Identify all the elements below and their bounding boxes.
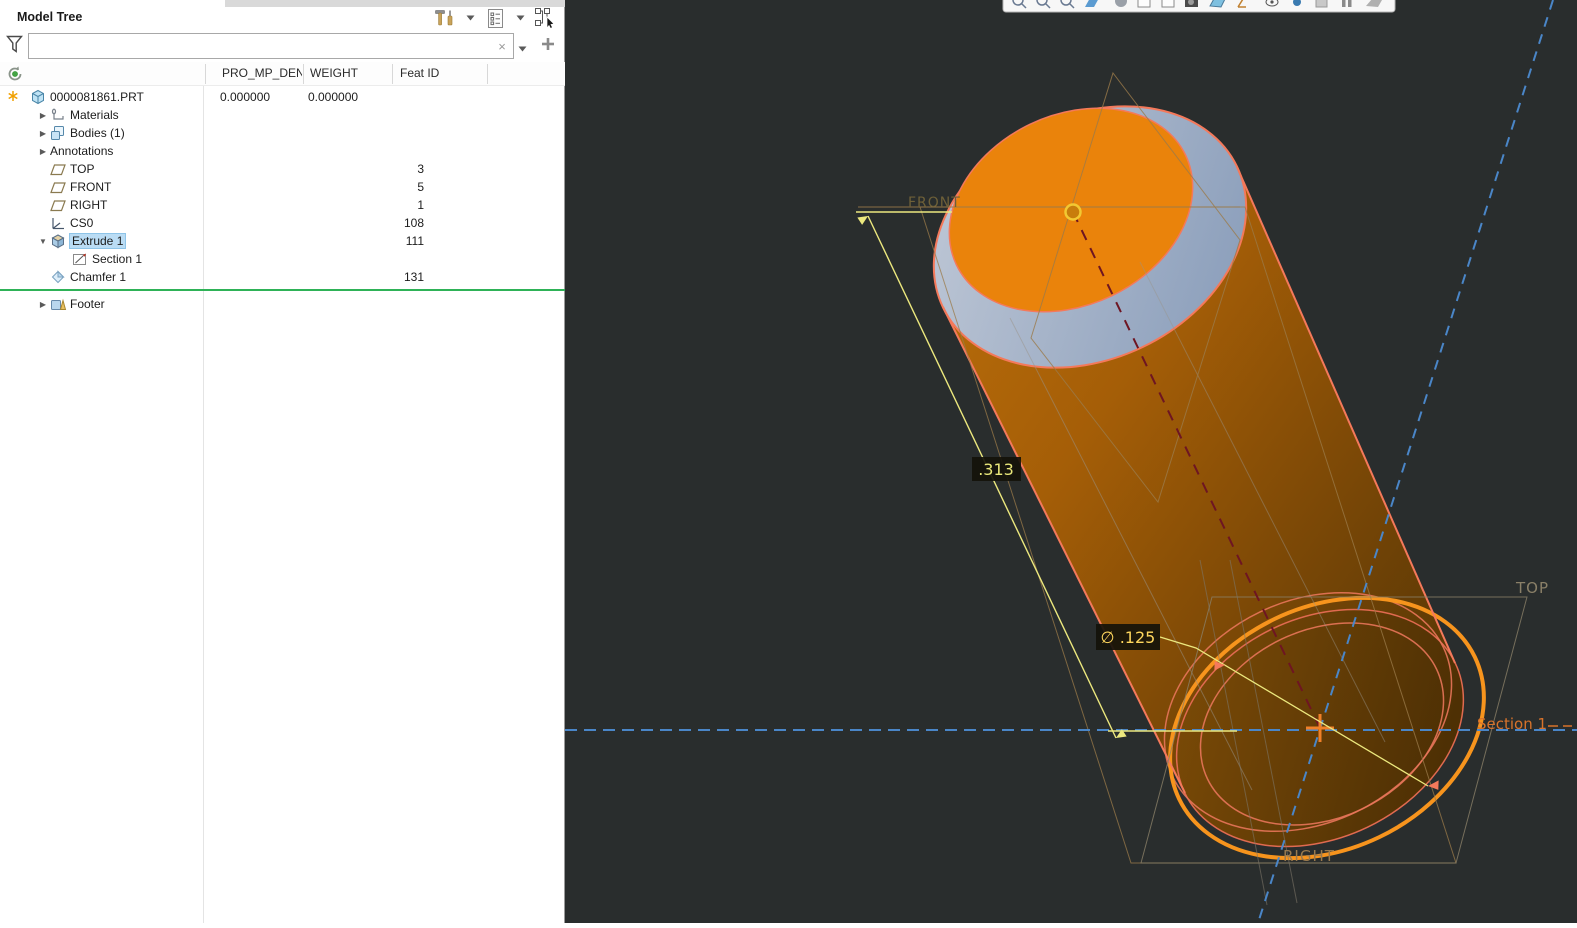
pro-mp-dens-value: 0.000000 xyxy=(220,90,271,104)
collapse-arrow-icon[interactable]: ▼ xyxy=(36,237,50,246)
expand-arrow-icon[interactable]: ▶ xyxy=(36,300,50,309)
tree-row-label[interactable]: Materials xyxy=(70,108,119,122)
search-dropdown-caret-icon[interactable] xyxy=(518,39,527,57)
header-separator xyxy=(303,64,304,84)
feat-id-value: 1 xyxy=(417,198,424,212)
tree-row-label[interactable]: RIGHT xyxy=(70,198,107,212)
datum-plane-icon xyxy=(50,198,67,213)
regenerate-asterisk-icon xyxy=(7,90,19,105)
footer-icon xyxy=(50,297,67,312)
add-filter-icon[interactable] xyxy=(540,36,556,57)
search-box: × xyxy=(28,33,514,59)
feat-id-value: 3 xyxy=(417,162,424,176)
feat-id-value: 131 xyxy=(403,270,424,284)
extrude-icon xyxy=(50,234,67,249)
right-datum-label[interactable]: RIGHT xyxy=(1283,847,1335,865)
tree-row-label[interactable]: Footer xyxy=(70,297,105,311)
length-dimension-value[interactable]: .313 xyxy=(978,460,1014,479)
tree-row-label[interactable]: FRONT xyxy=(70,180,111,194)
header-separator xyxy=(392,64,393,84)
graphics-canvas[interactable]: .313 ∅ .125 FRONT TOP RIGHT Section 1 xyxy=(565,0,1577,924)
tree-row-label[interactable]: Annotations xyxy=(50,144,113,158)
tree-row-bodies[interactable]: ▶ Bodies (1) xyxy=(0,124,565,142)
filter-funnel-icon[interactable] xyxy=(6,35,23,59)
tools-dropdown-caret-icon[interactable] xyxy=(464,7,476,29)
tree-row-footer[interactable]: ▶ Footer xyxy=(0,295,565,313)
diameter-dimension-value[interactable]: ∅ .125 xyxy=(1101,628,1156,647)
datum-plane-icon xyxy=(50,162,67,177)
model-tree-panel: Model Tree × PRO_MP_DEN WEIGHT Feat ID 0… xyxy=(0,0,565,923)
tree-row-part[interactable]: 0000081861.PRT 0.000000 0.000000 xyxy=(0,88,565,106)
bodies-icon xyxy=(50,126,67,141)
model-tree-toolbar xyxy=(432,7,558,29)
column-header-weight[interactable]: WEIGHT xyxy=(310,66,358,80)
section-label[interactable]: Section 1 xyxy=(1477,715,1547,733)
materials-icon xyxy=(50,107,67,123)
tree-row-annotations[interactable]: ▶ Annotations xyxy=(0,142,565,160)
expand-arrow-icon[interactable]: ▶ xyxy=(36,147,50,156)
feat-id-value: 5 xyxy=(417,180,424,194)
chamfer-icon xyxy=(50,270,67,285)
tree-row-section[interactable]: Section 1 xyxy=(0,250,565,268)
feat-id-value: 111 xyxy=(405,234,424,248)
insert-indicator-line[interactable] xyxy=(0,289,565,291)
tree-row-label[interactable]: Bodies (1) xyxy=(70,126,125,140)
tree-columns-icon[interactable] xyxy=(532,7,558,29)
model-tree-search-input[interactable] xyxy=(29,35,491,57)
panel-title: Model Tree xyxy=(17,10,83,24)
tree-row-label-selected[interactable]: Extrude 1 xyxy=(68,233,127,249)
tools-icon[interactable] xyxy=(432,7,458,29)
tree-row-extrude[interactable]: ▼ Extrude 1 111 xyxy=(0,232,565,250)
expand-arrow-icon[interactable]: ▶ xyxy=(36,129,50,138)
feat-id-value: 108 xyxy=(403,216,424,230)
sketch-icon xyxy=(72,252,89,267)
graphics-viewport[interactable]: .313 ∅ .125 FRONT TOP RIGHT Section 1 xyxy=(565,0,1577,924)
header-separator xyxy=(487,64,488,84)
top-datum-label[interactable]: TOP xyxy=(1515,579,1549,597)
filter-row: × xyxy=(0,32,565,60)
axis-endpoint-marker[interactable] xyxy=(1064,203,1082,221)
part-icon xyxy=(30,89,47,105)
tree-row-label[interactable]: Section 1 xyxy=(92,252,142,266)
tree-row-label[interactable]: TOP xyxy=(70,162,94,176)
window-top-strip xyxy=(225,0,565,7)
weight-value: 0.000000 xyxy=(308,90,359,104)
tree-row-label[interactable]: CS0 xyxy=(70,216,93,230)
filters-dropdown-caret-icon[interactable] xyxy=(514,7,526,29)
tree-row-materials[interactable]: ▶ Materials xyxy=(0,106,565,124)
column-header-feat-id[interactable]: Feat ID xyxy=(400,66,439,80)
tree-row-chamfer[interactable]: Chamfer 1 131 xyxy=(0,268,565,286)
tree-row-top-plane[interactable]: TOP 3 xyxy=(0,160,565,178)
datum-plane-icon xyxy=(50,180,67,195)
front-datum-label[interactable]: FRONT xyxy=(908,195,961,211)
model-tree: 0000081861.PRT 0.000000 0.000000 ▶ Mater… xyxy=(0,88,565,313)
tree-row-label[interactable]: 0000081861.PRT xyxy=(50,90,144,104)
tree-column-header: PRO_MP_DENS WEIGHT Feat ID xyxy=(0,62,565,86)
tree-filters-icon[interactable] xyxy=(482,7,508,29)
clear-search-icon[interactable]: × xyxy=(491,39,513,54)
tree-row-right-plane[interactable]: RIGHT 1 xyxy=(0,196,565,214)
column-header-pro-mp-dens[interactable]: PRO_MP_DENS xyxy=(222,66,302,80)
expand-arrow-icon[interactable]: ▶ xyxy=(36,111,50,120)
tree-row-front-plane[interactable]: FRONT 5 xyxy=(0,178,565,196)
viewport-toolbar[interactable] xyxy=(1002,0,1396,13)
header-separator xyxy=(205,64,206,84)
tree-sync-icon[interactable] xyxy=(6,65,24,86)
tree-row-cs0[interactable]: CS0 108 xyxy=(0,214,565,232)
tree-row-label[interactable]: Chamfer 1 xyxy=(70,270,126,284)
csys-icon xyxy=(50,216,67,231)
